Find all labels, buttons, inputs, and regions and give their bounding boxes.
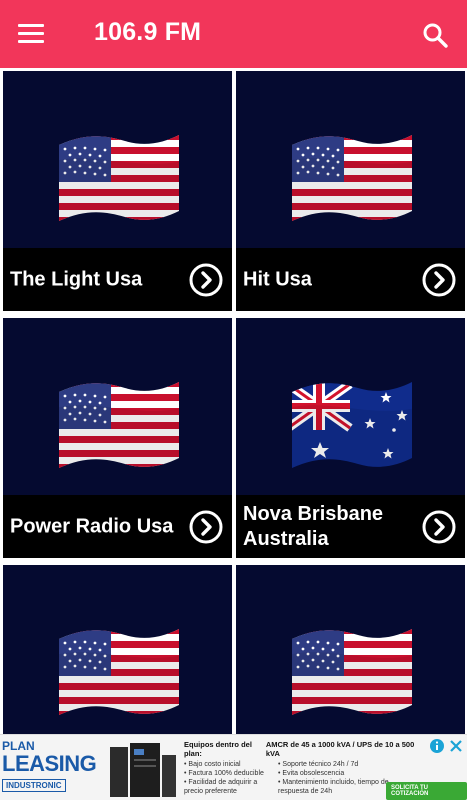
chevron-right-circle-icon[interactable] bbox=[189, 510, 223, 544]
ad-bullet-text: Evita obsolescencia bbox=[282, 770, 345, 777]
usa-flag-icon bbox=[288, 131, 416, 227]
station-caption: The Light Usa bbox=[3, 248, 232, 311]
ad-bullet: • Bajo costo inicial bbox=[184, 761, 241, 768]
ad-bullet: • Mantenimiento incluido, tiempo de resp… bbox=[278, 779, 389, 795]
station-card[interactable] bbox=[3, 565, 232, 734]
chevron-right-circle-icon[interactable] bbox=[422, 263, 456, 297]
ad-bullet: • Factura 100% deducible bbox=[184, 770, 264, 777]
usa-flag-icon bbox=[288, 625, 416, 721]
ad-bullet-text: Soporte técnico 24h / 7d bbox=[282, 761, 359, 768]
page-title: 106.9 FM bbox=[94, 18, 202, 46]
usa-flag-icon bbox=[55, 131, 183, 227]
station-card[interactable]: Power Radio Usa bbox=[3, 318, 232, 558]
usa-flag-icon bbox=[55, 625, 183, 721]
usa-flag-icon bbox=[55, 378, 183, 474]
search-icon[interactable] bbox=[422, 22, 448, 48]
ad-bullet-text: Mantenimiento incluido, tiempo de respue… bbox=[278, 779, 389, 795]
station-card[interactable]: Nova Brisbane Australia bbox=[236, 318, 465, 558]
ad-bullet: • Evita obsolescencia bbox=[278, 770, 345, 777]
station-card[interactable]: Hit Usa bbox=[236, 71, 465, 311]
ad-bullet-text: Factura 100% deducible bbox=[188, 770, 264, 777]
hamburger-menu-icon[interactable] bbox=[18, 24, 44, 44]
ad-bullet-text: Bajo costo inicial bbox=[188, 761, 241, 768]
station-caption: Power Radio Usa bbox=[3, 495, 232, 558]
station-name: Hit Usa bbox=[243, 268, 312, 290]
ad-headline-right: AMCR de 45 a 1000 kVA / UPS de 10 a 500 … bbox=[265, 740, 415, 758]
station-card[interactable]: The Light Usa bbox=[3, 71, 232, 311]
station-caption: Nova Brisbane Australia bbox=[236, 495, 465, 558]
ups-cabinet-icon bbox=[110, 743, 176, 797]
close-icon[interactable] bbox=[448, 738, 464, 754]
ad-cta-button[interactable]: SOLICITA TU COTIZACIÓN bbox=[386, 782, 467, 800]
station-card[interactable] bbox=[236, 565, 465, 734]
ad-copy: Equipos dentro del plan: AMCR de 45 a 10… bbox=[184, 740, 419, 796]
station-name: The Light Usa bbox=[10, 268, 143, 290]
app-bar: 106.9 FM bbox=[0, 0, 467, 68]
chevron-right-circle-icon[interactable] bbox=[422, 510, 456, 544]
ad-leasing-label: LEASING bbox=[2, 751, 97, 776]
ad-logo: PLAN LEASING INDUSTRONIC bbox=[2, 740, 97, 798]
station-name: Nova Brisbane Australia bbox=[243, 502, 384, 550]
australia-flag-icon bbox=[288, 378, 416, 474]
station-caption: Hit Usa bbox=[236, 248, 465, 311]
info-icon[interactable] bbox=[429, 738, 445, 754]
ad-banner[interactable]: PLAN LEASING INDUSTRONIC Equipos dentro … bbox=[0, 734, 467, 800]
station-name: Power Radio Usa bbox=[10, 515, 174, 537]
ad-bullet: • Soporte técnico 24h / 7d bbox=[278, 761, 359, 768]
chevron-right-circle-icon[interactable] bbox=[189, 263, 223, 297]
ad-bullet: • Facilidad de adquirir a precio prefere… bbox=[184, 779, 258, 795]
ad-headline-left: Equipos dentro del plan: bbox=[184, 740, 252, 758]
ad-bullet-text: Facilidad de adquirir a precio preferent… bbox=[184, 779, 258, 795]
ad-company-label: INDUSTRONIC bbox=[2, 779, 66, 792]
